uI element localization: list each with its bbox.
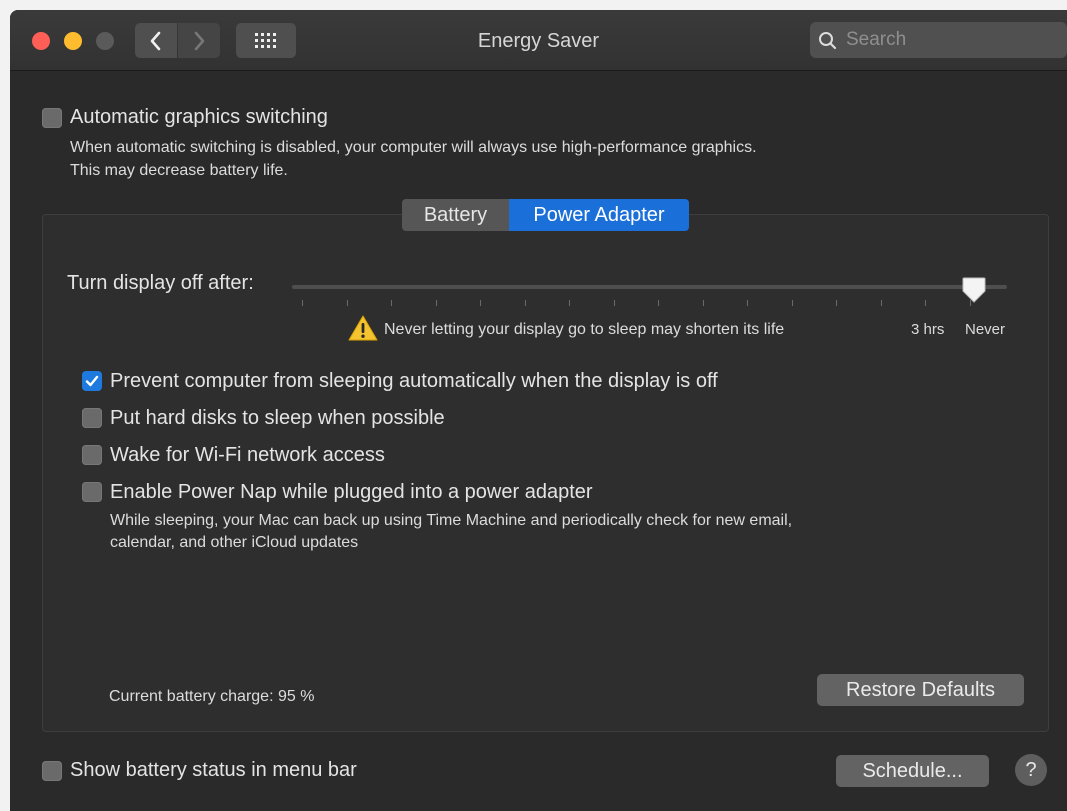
power-nap-description-line2: calendar, and other iCloud updates: [110, 534, 359, 551]
menu-bar-status-checkbox[interactable]: [42, 761, 62, 781]
schedule-button[interactable]: Schedule...: [836, 755, 989, 787]
graphics-description-line2: This may decrease battery life.: [70, 162, 288, 179]
slider-tick: [480, 300, 481, 306]
warning-icon: [348, 315, 378, 341]
slider-tick: [524, 300, 526, 306]
slider-tick: [391, 300, 392, 306]
slider-tick: [880, 300, 882, 306]
slider-tick: [836, 300, 837, 306]
wake-wifi-checkbox[interactable]: [82, 445, 102, 465]
prevent-sleep-checkbox[interactable]: [82, 371, 102, 391]
slider-tick: [346, 300, 348, 306]
slider-tick: [658, 300, 659, 306]
search-icon: [819, 32, 837, 50]
title-bar: Energy Saver: [10, 10, 1067, 71]
slider-tick: [302, 300, 303, 306]
power-nap-checkbox[interactable]: [82, 482, 102, 502]
display-sleep-warning: Never letting your display go to sleep m…: [384, 321, 785, 338]
power-nap-label: Enable Power Nap while plugged into a po…: [110, 481, 593, 503]
search-input[interactable]: [844, 28, 1058, 52]
tab-battery[interactable]: Battery: [402, 199, 509, 231]
slider-tick: [791, 300, 793, 306]
graphics-switching-checkbox[interactable]: [42, 108, 62, 128]
slider-tick: [925, 300, 926, 306]
tick-label-never: Never: [965, 321, 1006, 338]
tick-label-3hrs: 3 hrs: [911, 321, 945, 338]
hard-disk-sleep-checkbox[interactable]: [82, 408, 102, 428]
tab-power-adapter[interactable]: Power Adapter: [509, 199, 689, 231]
hard-disk-sleep-label: Put hard disks to sleep when possible: [110, 407, 445, 429]
slider-tick: [747, 300, 748, 306]
display-off-label: Turn display off after:: [67, 272, 254, 294]
slider-thumb[interactable]: [961, 276, 987, 304]
slider-tick: [569, 300, 570, 306]
menu-bar-status-label: Show battery status in menu bar: [70, 759, 357, 781]
checkmark-icon: [85, 375, 99, 387]
battery-charge-text: Current battery charge: 95 %: [109, 688, 315, 705]
search-field[interactable]: [810, 22, 1067, 58]
wake-wifi-label: Wake for Wi-Fi network access: [110, 444, 385, 466]
slider-tick: [702, 300, 704, 306]
prevent-sleep-label: Prevent computer from sleeping automatic…: [110, 370, 718, 392]
help-button[interactable]: ?: [1015, 754, 1047, 786]
graphics-description-line1: When automatic switching is disabled, yo…: [70, 139, 757, 156]
display-sleep-slider[interactable]: [292, 285, 1007, 289]
power-nap-description-line1: While sleeping, your Mac can back up usi…: [110, 512, 793, 529]
slider-tick: [613, 300, 615, 306]
slider-tick: [435, 300, 437, 306]
energy-saver-window: Energy Saver Automatic graphics switchin…: [10, 10, 1067, 811]
restore-defaults-button[interactable]: Restore Defaults: [817, 674, 1024, 706]
graphics-switching-label: Automatic graphics switching: [70, 106, 328, 128]
